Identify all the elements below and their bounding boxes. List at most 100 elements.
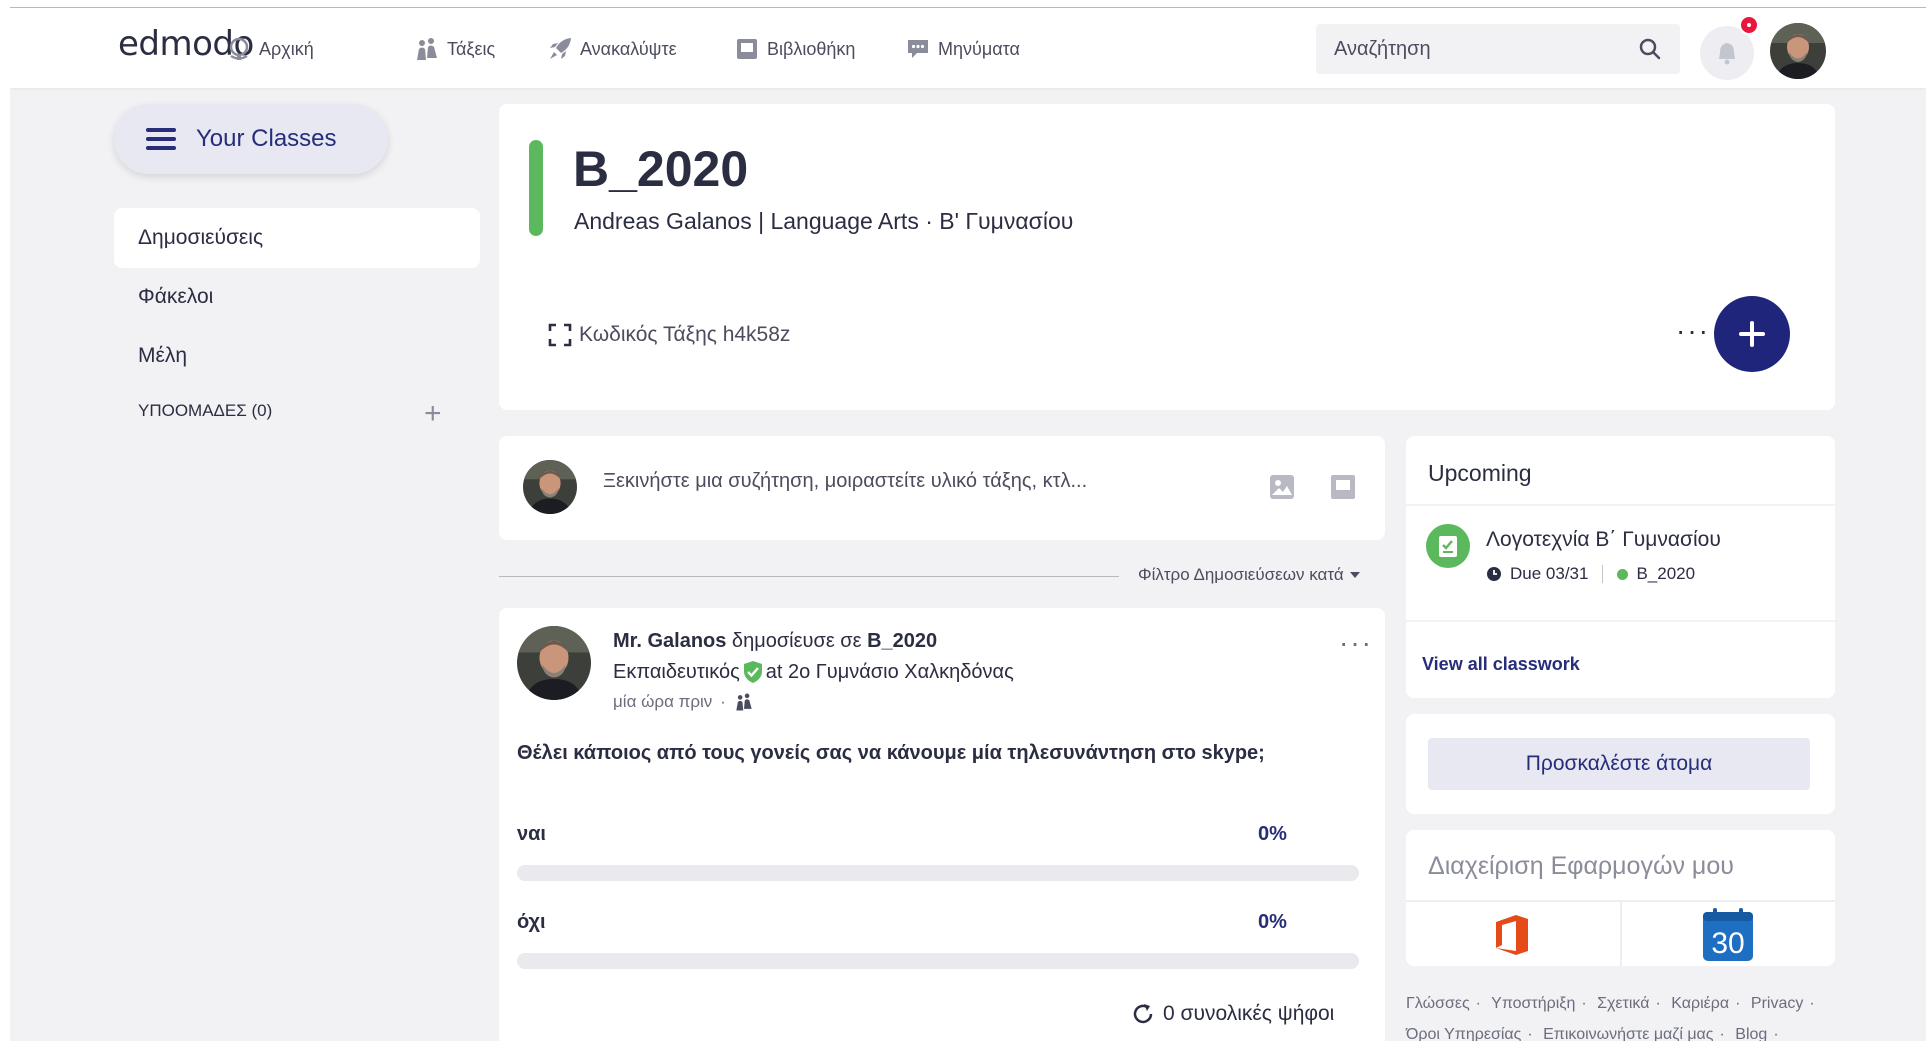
footer-link-contact[interactable]: Επικοινωνήστε μαζί μας xyxy=(1543,1026,1713,1041)
calendar-icon: 30 xyxy=(1703,908,1753,961)
composer-avatar xyxy=(523,460,577,514)
footer-separator: · xyxy=(1735,995,1741,1012)
sidebar-item-members[interactable]: Μέλη xyxy=(114,326,480,386)
nav-label-classes: Τάξεις xyxy=(447,38,496,59)
plus-icon xyxy=(1739,321,1765,347)
class-subtitle: Andreas Galanos | Language Arts · Β' Γυμ… xyxy=(574,208,1074,234)
class-color-bar xyxy=(529,140,543,236)
invite-people-button[interactable]: Προσκαλέστε άτομα xyxy=(1428,738,1810,790)
nav-item-messages[interactable]: Μηνύματα xyxy=(905,34,1020,64)
search-input[interactable] xyxy=(1334,37,1638,61)
footer-separator: · xyxy=(1527,1026,1533,1041)
calendar-day: 30 xyxy=(1711,927,1744,960)
class-code-label: Κωδικός Τάξης h4k58z xyxy=(579,323,791,346)
footer: Γλώσσες · Υποστήριξη · Σχετικά · Καριέρα · P… xyxy=(1406,988,1836,1041)
role-text: Εκπαιδευτικός xyxy=(613,660,740,683)
footer-link-careers[interactable]: Καριέρα xyxy=(1671,995,1729,1012)
footer-separator: · xyxy=(1719,1026,1725,1041)
poll-post: Mr. Galanos δημοσίευσε σε B_2020 Εκπαιδε… xyxy=(499,608,1385,1041)
calendar-app-tile[interactable]: 30 xyxy=(1698,908,1758,962)
code-frame-icon xyxy=(548,323,572,347)
post-more-options-button[interactable]: ··· xyxy=(1339,629,1373,657)
post-author-name[interactable]: Mr. Galanos xyxy=(613,630,726,652)
nav-item-classes[interactable]: Τάξεις xyxy=(414,34,495,64)
class-code[interactable]: Κωδικός Τάξης h4k58z xyxy=(547,322,790,348)
upcoming-title: Upcoming xyxy=(1428,460,1532,486)
post-author-avatar[interactable] xyxy=(517,626,591,700)
nav-label-discover: Ανακαλύψτε xyxy=(580,38,677,59)
poll-option-percent: 0% xyxy=(1258,911,1287,933)
view-all-classwork-link[interactable]: View all classwork xyxy=(1422,654,1580,675)
footer-separator: · xyxy=(1475,995,1481,1012)
profile-photo-icon xyxy=(1770,23,1826,79)
search-box xyxy=(1316,24,1680,74)
school-text: at 2ο Γυμνάσιο Χαλκηδόνας xyxy=(765,660,1014,683)
image-icon[interactable] xyxy=(1269,474,1295,500)
nav-item-discover[interactable]: Ανακαλύψτε xyxy=(547,34,677,64)
poll-option-bar[interactable] xyxy=(517,865,1359,881)
footer-link-languages[interactable]: Γλώσσες xyxy=(1406,995,1470,1012)
footer-link-blog[interactable]: Blog xyxy=(1735,1026,1767,1041)
poll-option-label: όχι xyxy=(517,911,546,933)
footer-row: Γλώσσες · Υποστήριξη · Σχετικά · Καριέρα · P… xyxy=(1406,988,1836,1019)
poll-question: Θέλει κάποιος από τους γονείς σας να κάν… xyxy=(517,742,1265,764)
total-votes-label: 0 συνολικές ψήφοι xyxy=(1163,1002,1335,1025)
sidebar-item-label: Φάκελοι xyxy=(138,285,214,308)
footer-separator: · xyxy=(1809,995,1815,1012)
profile-photo-icon xyxy=(517,626,591,700)
post-composer: Ξεκινήστε μια συζήτηση, μοιραστείτε υλικ… xyxy=(499,436,1385,540)
assignment-meta: Due 03/31 B_2020 xyxy=(1486,564,1695,584)
clock-icon xyxy=(1487,567,1501,581)
post-target-class[interactable]: B_2020 xyxy=(867,630,937,652)
library-attach-icon[interactable] xyxy=(1330,474,1356,500)
rocket-icon xyxy=(550,38,571,59)
nav-item-home[interactable]: Αρχική xyxy=(226,34,314,64)
notification-badge xyxy=(1739,15,1759,35)
footer-link-terms[interactable]: Όροι Υπηρεσίας xyxy=(1406,1026,1521,1041)
verified-shield-icon xyxy=(743,661,762,683)
post-author-role: Εκπαιδευτικός at 2ο Γυμνάσιο Χαλκηδόνας xyxy=(613,660,1014,684)
user-avatar[interactable] xyxy=(1770,23,1826,79)
add-subgroup-button[interactable]: + xyxy=(424,399,442,429)
create-button[interactable] xyxy=(1714,296,1790,372)
assignment-class: B_2020 xyxy=(1636,564,1696,583)
library-icon xyxy=(737,39,757,59)
separator-dot: · xyxy=(720,692,726,711)
sidebar-item-label: Μέλη xyxy=(138,344,188,367)
sidebar-item-posts[interactable]: Δημοσιεύσεις xyxy=(114,208,480,268)
post-filter-label: Φίλτρο Δημοσιεύσεων κατά xyxy=(1138,565,1344,584)
assignment-title[interactable]: Λογοτεχνία Β΄ Γυμνασίου xyxy=(1486,528,1721,552)
poll-option-label: ναι xyxy=(517,823,546,845)
your-classes-button[interactable]: Your Classes xyxy=(114,104,388,174)
nav-label-library: Βιβλιοθήκη xyxy=(767,38,856,59)
page: edmodo Αρχική Τάξεις Ανακαλύψτε Βιβλιοθή… xyxy=(10,7,1926,1041)
post-action: δημοσίευσε σε xyxy=(726,630,868,652)
my-apps-title[interactable]: Διαχείριση Εφαρμογών μου xyxy=(1428,852,1734,881)
post-filter-dropdown[interactable]: Φίλτρο Δημοσιεύσεων κατά xyxy=(1138,565,1360,585)
classes-icon xyxy=(736,693,752,711)
post-time-text: μία ώρα πριν xyxy=(613,692,713,711)
footer-link-privacy[interactable]: Privacy xyxy=(1751,995,1803,1012)
refresh-icon[interactable] xyxy=(1131,1002,1155,1026)
sidebar-item-folders[interactable]: Φάκελοι xyxy=(114,267,480,327)
search-icon[interactable] xyxy=(1638,37,1662,61)
divider xyxy=(1406,504,1835,506)
classes-icon xyxy=(417,38,437,60)
class-more-options-button[interactable]: ··· xyxy=(1676,317,1710,345)
class-header-card: B_2020 Andreas Galanos | Language Arts ·… xyxy=(499,104,1835,410)
checklist-icon xyxy=(1439,536,1457,557)
top-bar: edmodo Αρχική Τάξεις Ανακαλύψτε Βιβλιοθή… xyxy=(10,8,1926,88)
composer-input[interactable]: Ξεκινήστε μια συζήτηση, μοιραστείτε υλικ… xyxy=(603,470,1203,493)
my-apps-card: Διαχείριση Εφαρμογών μου 30 xyxy=(1406,830,1835,966)
due-date: Due 03/31 xyxy=(1510,564,1589,583)
footer-link-about[interactable]: Σχετικά xyxy=(1597,995,1649,1012)
office-app-tile[interactable] xyxy=(1482,908,1542,962)
nav-item-library[interactable]: Βιβλιοθήκη xyxy=(734,34,855,64)
poll-option-bar[interactable] xyxy=(517,953,1359,969)
footer-link-support[interactable]: Υποστήριξη xyxy=(1491,995,1575,1012)
class-title: B_2020 xyxy=(573,141,749,197)
sidebar-item-label: Δημοσιεύσεις xyxy=(138,226,264,249)
footer-row: Όροι Υπηρεσίας · Επικοινωνήστε μαζί μας · … xyxy=(1406,1019,1836,1041)
nav-label-messages: Μηνύματα xyxy=(938,38,1020,59)
footer-separator: · xyxy=(1581,995,1587,1012)
